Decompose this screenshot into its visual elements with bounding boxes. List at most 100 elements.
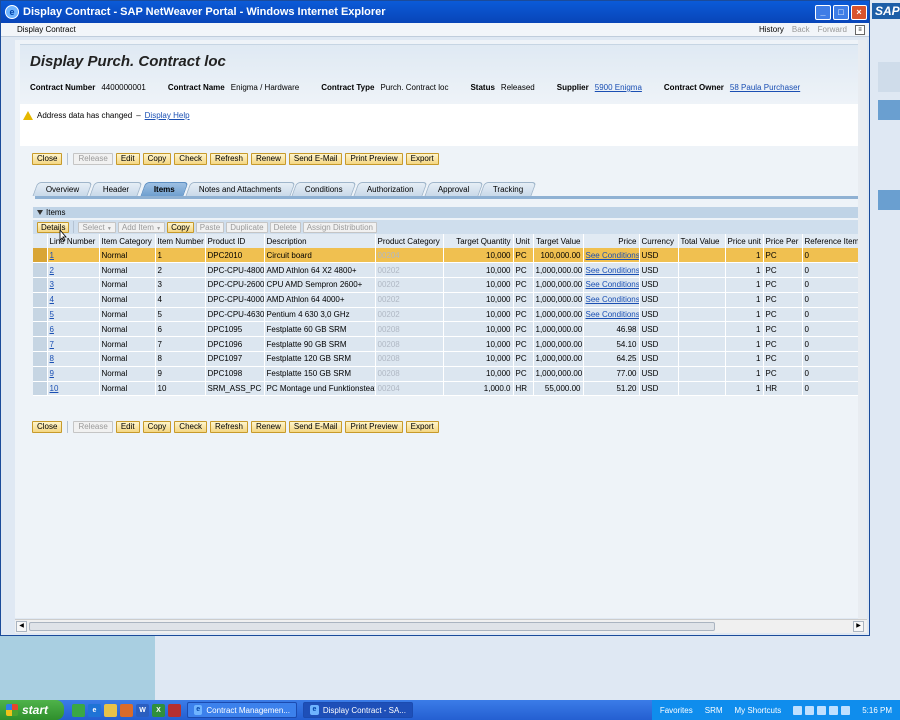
tab-overview[interactable]: Overview <box>32 182 93 196</box>
app-icon[interactable] <box>72 703 85 717</box>
paste-button[interactable]: Paste <box>195 221 225 233</box>
column-header[interactable]: Price Per <box>763 234 803 248</box>
close-button[interactable]: Close <box>32 421 63 433</box>
send-email-button[interactable]: Send E-Mail <box>288 421 343 433</box>
table-row[interactable]: 5 Normal 5 DPC-CPU-4630 Pentium 4 630 3,0 GH… <box>33 307 867 323</box>
see-conditions-link[interactable]: See Conditions <box>586 295 639 304</box>
release-button[interactable]: Release <box>73 153 113 165</box>
tray-icon[interactable] <box>805 705 815 715</box>
column-header[interactable]: Unit <box>513 234 534 248</box>
display-help-link[interactable]: Display Help <box>145 111 190 120</box>
row-selector[interactable] <box>33 248 48 264</box>
tab-header[interactable]: Header <box>89 182 144 196</box>
tray-favorites[interactable]: Favorites <box>660 706 693 715</box>
select-dropdown[interactable]: Select ▼ <box>78 221 116 233</box>
table-row[interactable]: 9 Normal 9 DPC1098 Festplatte 150 GB SRM 0020… <box>33 366 867 382</box>
folder-icon[interactable] <box>104 703 117 717</box>
tab-items[interactable]: Items <box>140 182 189 196</box>
table-row[interactable]: 7 Normal 7 DPC1096 Festplatte 90 GB SRM 00208… <box>33 336 867 353</box>
refresh-button[interactable]: Refresh <box>209 153 248 165</box>
release-button[interactable]: Release <box>73 421 113 433</box>
line-number-link[interactable]: 4 <box>50 295 54 304</box>
column-header[interactable]: Description <box>264 234 376 248</box>
print-preview-button[interactable]: Print Preview <box>345 421 403 433</box>
row-selector[interactable] <box>33 321 48 338</box>
task-display-contract[interactable]: e Display Contract - SA... <box>303 702 413 718</box>
selector-column-header[interactable] <box>33 234 48 248</box>
line-number-link[interactable]: 10 <box>50 384 59 393</box>
task-contract-management[interactable]: e Contract Managemen... <box>187 702 297 718</box>
delete-button[interactable]: Delete <box>269 221 301 233</box>
line-number-link[interactable]: 9 <box>50 369 54 378</box>
start-button[interactable]: start <box>0 700 64 720</box>
assign-distribution-button[interactable]: Assign Distribution <box>302 221 377 233</box>
maximize-button[interactable]: □ <box>833 4 849 20</box>
row-selector[interactable] <box>33 262 48 279</box>
table-row[interactable]: 1 Normal 1 DPC2010 Circuit board 00204 10,000 P… <box>33 248 867 264</box>
item-copy-button[interactable]: Copy <box>167 221 194 233</box>
horizontal-scrollbar[interactable]: ◀ ▶ <box>15 619 867 633</box>
scroll-left-arrow[interactable]: ◀ <box>16 621 27 632</box>
menu-icon[interactable]: ≡ <box>855 24 865 35</box>
column-header[interactable]: Product Category <box>375 234 444 248</box>
row-selector[interactable] <box>33 336 48 353</box>
ie-icon[interactable]: e <box>88 703 101 717</box>
supplier-link[interactable]: 5900 Enigma <box>595 83 642 92</box>
tray-icon[interactable] <box>793 705 803 715</box>
add-item-dropdown[interactable]: Add Item ▼ <box>117 221 166 233</box>
line-number-link[interactable]: 8 <box>50 354 54 363</box>
column-header[interactable]: Target Quantity <box>443 234 514 248</box>
close-window-button[interactable]: × <box>851 4 867 20</box>
table-row[interactable]: 6 Normal 6 DPC1095 Festplatte 60 GB SRM 00208… <box>33 321 867 338</box>
column-header[interactable]: Total Value <box>678 234 726 248</box>
line-number-link[interactable]: 5 <box>50 310 54 319</box>
tab-authorization[interactable]: Authorization <box>353 182 428 196</box>
table-row[interactable]: 8 Normal 8 DPC1097 Festplatte 120 GB SRM 0020… <box>33 351 867 367</box>
see-conditions-link[interactable]: See Conditions <box>586 251 639 260</box>
tab-approval[interactable]: Approval <box>424 182 483 196</box>
refresh-button[interactable]: Refresh <box>209 421 248 433</box>
scroll-thumb[interactable] <box>29 622 715 631</box>
row-selector[interactable] <box>33 277 48 293</box>
column-header[interactable]: Item Number <box>155 234 206 248</box>
copy-button[interactable]: Copy <box>142 153 172 165</box>
table-row[interactable]: 4 Normal 4 DPC-CPU-4000 AMD Athlon 64 4000+ 0… <box>33 292 867 308</box>
tab-conditions[interactable]: Conditions <box>291 182 357 196</box>
renew-button[interactable]: Renew <box>251 153 286 165</box>
tab-tracking[interactable]: Tracking <box>479 182 538 196</box>
table-row[interactable]: 10 Normal 10 SRM_ASS_PC PC Montage und Funkt… <box>33 381 867 397</box>
owner-link[interactable]: 58 Paula Purchaser <box>730 83 800 92</box>
export-button[interactable]: Export <box>405 421 439 433</box>
line-number-link[interactable]: 1 <box>50 251 54 260</box>
outlook-icon[interactable] <box>120 703 133 717</box>
column-header[interactable]: Item Category <box>99 234 156 248</box>
app-icon[interactable] <box>168 703 181 717</box>
edit-button[interactable]: Edit <box>115 153 140 165</box>
row-selector[interactable] <box>33 366 48 382</box>
edit-button[interactable]: Edit <box>115 421 140 433</box>
row-selector[interactable] <box>33 381 48 397</box>
duplicate-button[interactable]: Duplicate <box>226 221 268 233</box>
history-dropdown[interactable]: History <box>759 25 784 34</box>
column-header[interactable]: Price unit <box>725 234 764 248</box>
tab-notes-attachments[interactable]: Notes and Attachments <box>184 182 295 196</box>
see-conditions-link[interactable]: See Conditions <box>586 280 639 289</box>
collapse-icon[interactable] <box>37 210 43 215</box>
line-number-link[interactable]: 3 <box>50 280 54 289</box>
back-link[interactable]: Back <box>792 25 810 34</box>
table-row[interactable]: 3 Normal 3 DPC-CPU-2600 CPU AMD Sempron 2600… <box>33 277 867 293</box>
row-selector[interactable] <box>33 351 48 367</box>
line-number-link[interactable]: 7 <box>50 340 54 349</box>
renew-button[interactable]: Renew <box>251 421 286 433</box>
tray-icon[interactable] <box>841 705 851 715</box>
row-selector[interactable] <box>33 292 48 308</box>
tray-icon[interactable] <box>817 705 827 715</box>
send-email-button[interactable]: Send E-Mail <box>288 153 343 165</box>
check-button[interactable]: Check <box>174 421 207 433</box>
tray-icon[interactable] <box>829 705 839 715</box>
column-header[interactable]: Product ID <box>205 234 265 248</box>
check-button[interactable]: Check <box>174 153 207 165</box>
line-number-link[interactable]: 6 <box>50 325 54 334</box>
window-titlebar[interactable]: e Display Contract - SAP NetWeaver Porta… <box>1 1 869 23</box>
export-button[interactable]: Export <box>405 153 439 165</box>
